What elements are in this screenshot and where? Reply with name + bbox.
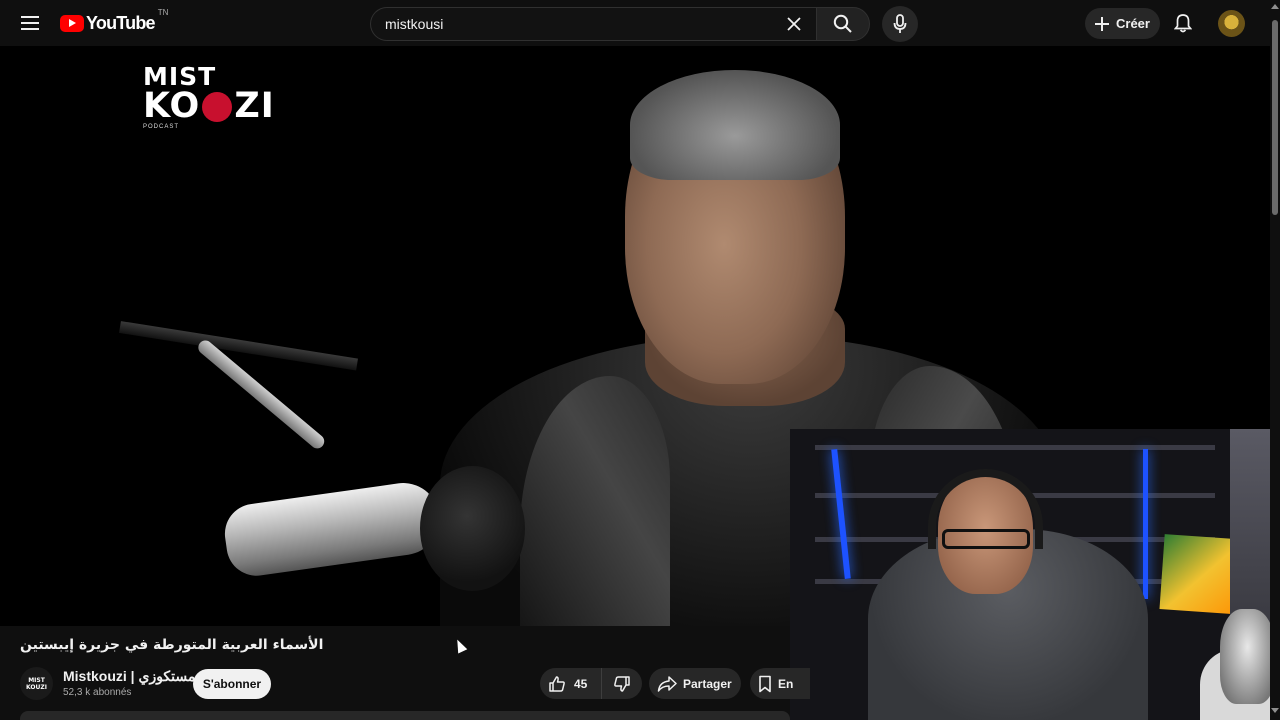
clear-search-button[interactable]: [782, 12, 806, 36]
brand-subtitle: PODCAST: [143, 124, 180, 130]
channel-avatar-line2: KOUZI: [26, 683, 47, 691]
description-box[interactable]: [20, 711, 790, 720]
brand-line-2-right: ZI: [234, 86, 275, 126]
search-input[interactable]: [385, 16, 783, 32]
led-strip-right: [1143, 449, 1148, 599]
brand-mic-emblem-icon: [202, 92, 233, 122]
masthead: YouTube TN Créer: [0, 0, 1280, 46]
scroll-down-arrow[interactable]: [1271, 708, 1279, 713]
brand-line-2-left: KO: [143, 86, 201, 126]
subscribe-button[interactable]: S'abonner: [193, 669, 271, 699]
video-title: الأسماء العربية المتورطة في جزيرة إيبستي…: [20, 637, 324, 653]
share-button[interactable]: Partager: [649, 668, 741, 699]
podcast-brand-logo: MIST KO ZI PODCAST: [143, 64, 308, 134]
podcast-microphone: [221, 478, 444, 580]
led-strip-left: [831, 449, 851, 579]
account-avatar[interactable]: [1218, 10, 1245, 37]
channel-avatar[interactable]: MIST KOUZI: [20, 667, 53, 700]
scroll-up-arrow[interactable]: [1271, 4, 1279, 9]
mic-boom-arm: [119, 321, 358, 371]
youtube-logo[interactable]: YouTube TN: [60, 8, 169, 36]
create-label: Créer: [1116, 16, 1150, 31]
search-box: [370, 7, 817, 41]
guest-hair: [630, 70, 840, 180]
microphone-icon: [893, 14, 907, 33]
logo-text: YouTube: [86, 12, 156, 33]
webcam-overlay: [790, 429, 1270, 720]
brand-line-2: KO ZI: [143, 86, 308, 126]
mouse-cursor-icon: [452, 637, 468, 654]
share-label: Partager: [683, 676, 732, 691]
like-dislike-group: 45: [540, 668, 642, 699]
cat: [1220, 609, 1270, 704]
voice-search-button[interactable]: [882, 6, 918, 42]
microphone-foam: [420, 466, 525, 591]
subscriber-count: 52,3 k abonnés: [63, 687, 132, 698]
search-button[interactable]: [816, 7, 870, 41]
glasses: [942, 529, 1030, 549]
menu-icon: [21, 16, 39, 30]
channel-avatar-line1: MIST: [28, 676, 45, 684]
create-button[interactable]: Créer: [1085, 8, 1160, 39]
channel-avatar-text: MIST KOUZI: [26, 677, 47, 691]
save-label: En: [778, 676, 794, 691]
search-bar: [370, 7, 870, 41]
menu-button[interactable]: [14, 7, 46, 39]
notifications-button[interactable]: [1169, 9, 1197, 37]
save-button[interactable]: En: [750, 668, 810, 699]
youtube-play-icon: [60, 14, 84, 32]
thumbs-up-icon: [549, 675, 565, 692]
scrollbar-thumb[interactable]: [1272, 20, 1278, 215]
bell-icon: [1174, 14, 1192, 33]
country-code: TN: [157, 8, 169, 17]
bookmark-icon: [759, 675, 771, 692]
channel-name[interactable]: Mistkouzi | مستكوزي: [63, 668, 195, 685]
like-count: 45: [574, 676, 588, 691]
share-icon: [657, 675, 677, 692]
clear-icon: [787, 17, 801, 31]
dislike-button[interactable]: [602, 675, 642, 693]
plus-icon: [1095, 16, 1109, 31]
thumbs-down-icon: [614, 675, 630, 692]
shelf-top: [815, 445, 1215, 450]
like-button[interactable]: 45: [540, 668, 602, 699]
search-icon: [833, 14, 852, 33]
